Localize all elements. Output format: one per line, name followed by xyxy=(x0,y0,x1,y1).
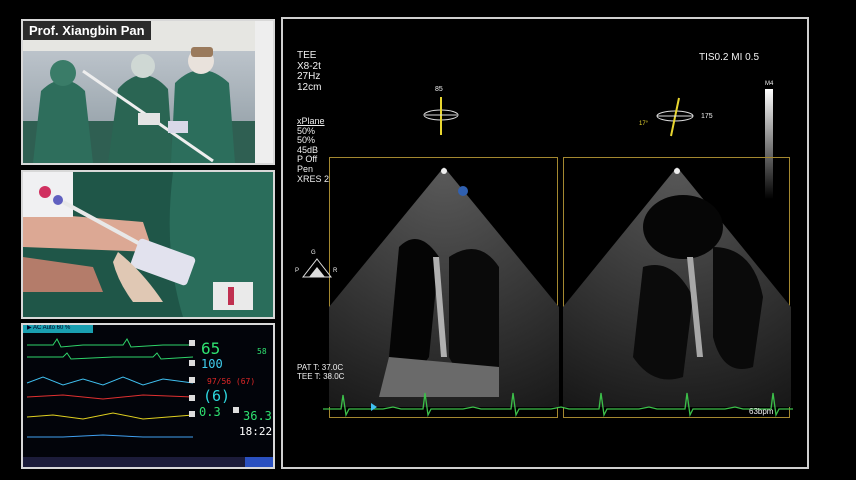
surgeon-scene-image xyxy=(23,21,273,163)
temperature-small: 0.3 xyxy=(199,405,221,419)
right-angle-value: 175 xyxy=(701,113,713,120)
depth-label: 12cm xyxy=(297,81,322,93)
patient-temperature: PAT T: 37.0C xyxy=(297,363,344,372)
orientation-g-label: G xyxy=(311,250,316,256)
tis-mi-readout: TIS0.2 MI 0.5 xyxy=(699,52,760,63)
surgeon-name-label: Prof. Xiangbin Pan xyxy=(23,21,151,40)
left-ultrasound-image xyxy=(329,157,559,418)
heart-rate-value: 65 xyxy=(201,339,221,358)
orientation-r-label: R xyxy=(333,268,338,274)
heart-rate-secondary: 58 xyxy=(257,347,267,356)
probe-temperature: TEE T: 38.0C xyxy=(297,372,345,381)
operating-room-camera-closeup xyxy=(21,170,275,319)
operating-room-camera-top: Prof. Xiangbin Pan xyxy=(21,19,275,165)
heart-rate-bpm: 63bpm xyxy=(749,407,774,416)
orientation-marker-icon xyxy=(301,258,333,278)
blood-pressure-value: 97/56 (67) xyxy=(207,377,256,386)
vital-signs-monitor: ▶ AC Auto 60 % 65 58 100 97/56 (67) (6) … xyxy=(21,323,275,469)
spo2-value: 100 xyxy=(201,357,223,371)
temperature-value: 36.3 xyxy=(243,409,272,423)
right-angle-small: 17° xyxy=(639,121,649,127)
ecg-trace xyxy=(323,392,793,418)
tee-ultrasound-display: TEE X8-2t 27Hz 12cm xPlane 50% 50% 45dB … xyxy=(281,17,809,469)
left-plane-angle-icon xyxy=(423,97,459,135)
probe-info: TEE X8-2t 27Hz 12cm xyxy=(297,50,322,93)
monitor-waveforms xyxy=(23,325,273,467)
right-plane-angle-icon xyxy=(656,97,694,137)
device-closeup-image xyxy=(23,172,273,317)
right-ultrasound-image xyxy=(563,157,791,418)
scale-label: M4 xyxy=(765,81,774,87)
cvp-value: (6) xyxy=(203,387,231,405)
left-angle-value: 85 xyxy=(435,86,443,93)
imaging-parameters: xPlane 50% 50% 45dB P Off Pen XRES 2 xyxy=(297,116,330,184)
param-xres: XRES 2 xyxy=(297,173,330,184)
monitor-top-tab: ▶ AC Auto 60 % xyxy=(27,325,71,331)
orientation-p-label: P xyxy=(295,268,300,274)
mode-label: TEE xyxy=(297,50,317,61)
frame-rate-label: 27Hz xyxy=(297,71,321,82)
monitor-clock: 18:22 xyxy=(239,425,273,438)
